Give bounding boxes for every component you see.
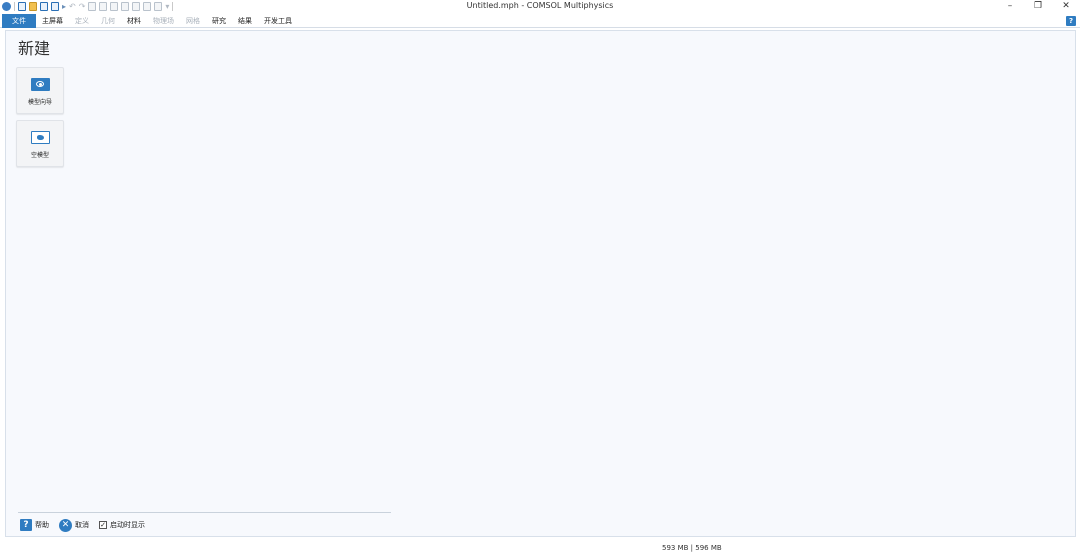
window-title: Untitled.mph - COMSOL Multiphysics xyxy=(466,1,614,10)
model-wizard-icon xyxy=(31,78,50,91)
blank-model-icon xyxy=(31,131,50,144)
show-on-startup-toggle[interactable]: ✓ 启动时显示 xyxy=(99,520,145,530)
tab-results[interactable]: 结果 xyxy=(232,14,258,28)
title-bar: ▸ ↶ ↷ ▾ Untitled.mph - COMSOL Multiphysi… xyxy=(0,0,1080,13)
window-controls: – ❐ ✕ xyxy=(996,0,1080,13)
cancel-button[interactable]: ✕ 取消 xyxy=(59,518,89,532)
blank-model-button[interactable]: 空模型 xyxy=(16,120,64,167)
restore-icon[interactable]: ❐ xyxy=(1024,0,1052,13)
question-icon: ? xyxy=(20,519,32,531)
panel-footer: ? 帮助 ✕ 取消 ✓ 启动时显示 xyxy=(20,517,155,533)
page-title: 新建 xyxy=(18,39,51,58)
footer-divider xyxy=(18,512,391,513)
new-model-panel: 新建 模型向导 空模型 ? 帮助 ✕ 取消 ✓ 启动时显示 xyxy=(5,30,1076,537)
minimize-icon[interactable]: – xyxy=(996,0,1024,13)
tile-label: 空模型 xyxy=(30,152,49,159)
tab-mesh[interactable]: 网格 xyxy=(180,14,206,28)
help-label: 帮助 xyxy=(35,521,49,529)
tab-geometry[interactable]: 几何 xyxy=(95,14,121,28)
model-wizard-button[interactable]: 模型向导 xyxy=(16,67,64,114)
help-button[interactable]: ? 帮助 xyxy=(20,519,49,531)
memory-usage: 593 MB | 596 MB xyxy=(662,544,722,552)
tab-physics[interactable]: 物理场 xyxy=(147,14,180,28)
tab-developer[interactable]: 开发工具 xyxy=(258,14,298,28)
status-bar: 593 MB | 596 MB xyxy=(0,539,1080,554)
tab-study[interactable]: 研究 xyxy=(206,14,232,28)
close-icon[interactable]: ✕ xyxy=(1052,0,1080,13)
cancel-icon: ✕ xyxy=(59,518,72,532)
ribbon-tabs: 文件 主屏幕 定义 几何 材料 物理场 网格 研究 结果 开发工具 xyxy=(0,13,1080,28)
cancel-label: 取消 xyxy=(75,521,89,529)
show-on-startup-label: 启动时显示 xyxy=(110,521,145,529)
tab-definitions[interactable]: 定义 xyxy=(69,14,95,28)
help-icon[interactable]: ? xyxy=(1066,16,1076,26)
tile-label: 模型向导 xyxy=(27,99,52,106)
tab-home[interactable]: 主屏幕 xyxy=(36,14,69,28)
tab-file[interactable]: 文件 xyxy=(2,13,36,28)
show-on-startup-checkbox[interactable]: ✓ xyxy=(99,521,107,529)
tab-materials[interactable]: 材料 xyxy=(121,14,147,28)
